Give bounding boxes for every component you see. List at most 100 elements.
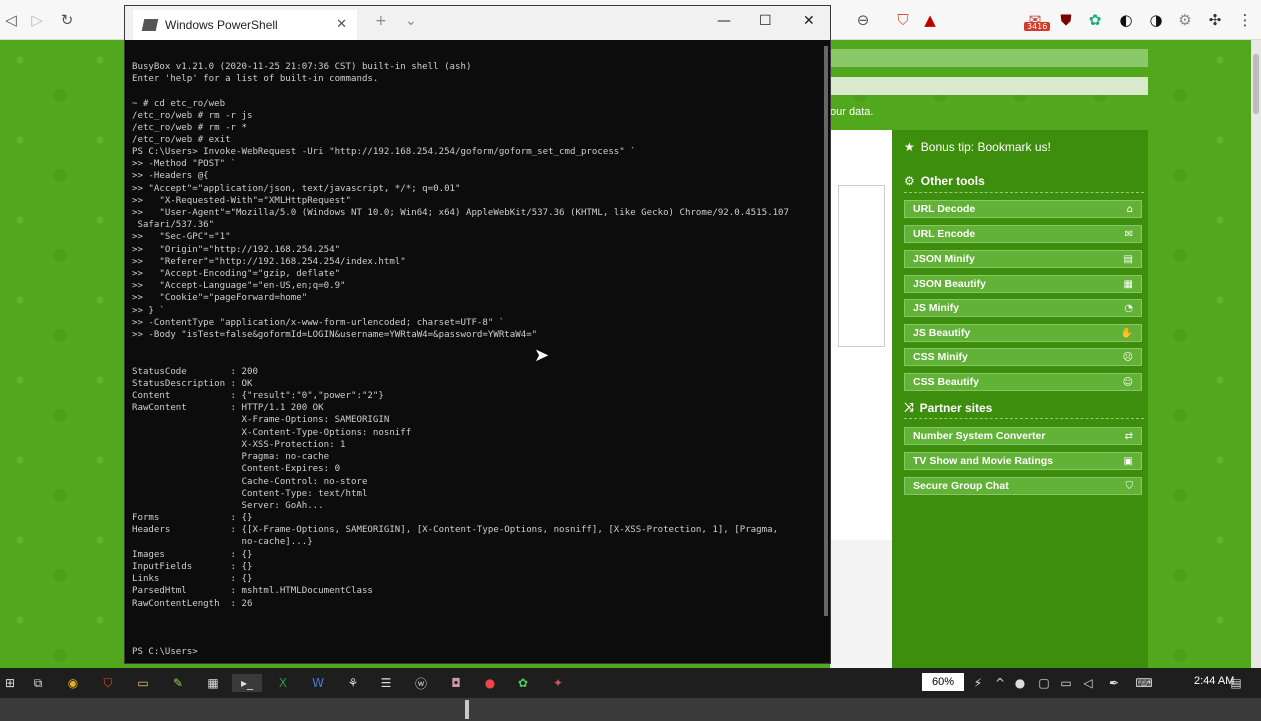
terminal-line: >> -ContentType "application/x-www-form-… [132, 318, 505, 328]
terminal-line: RawContent : HTTP/1.1 200 OK [132, 403, 324, 413]
ublock-icon[interactable]: ⛊ [1055, 9, 1077, 31]
app-icon[interactable]: ◘ [446, 674, 466, 692]
tool-css-beautify[interactable]: CSS Beautify ☺ [904, 373, 1142, 391]
tool-icon: ☹ [1122, 351, 1133, 363]
terminal-tab[interactable]: Windows PowerShell ✕ [133, 10, 357, 40]
tool-json-beautify[interactable]: JSON Beautify ▦ [904, 275, 1142, 293]
terminal-line: X-Content-Type-Options: nosniff [132, 428, 412, 438]
brave-icon[interactable]: ⛉ [98, 674, 118, 692]
pen-icon[interactable]: ✒ [1104, 674, 1124, 692]
extension-icon[interactable]: ◐ [1115, 9, 1137, 31]
shield-icon: ⛉ [1125, 480, 1134, 492]
terminal-scrollbar[interactable] [824, 46, 828, 616]
zoom-indicator: 60% [922, 673, 964, 691]
brave-shield-icon[interactable]: ⛉ [892, 9, 914, 31]
reload-icon[interactable]: ↻ [56, 9, 78, 31]
tool-icon: ✉ [1124, 228, 1133, 240]
translate-icon[interactable]: ⚙ [1174, 9, 1196, 31]
terminal-line: X-XSS-Protection: 1 [132, 440, 346, 450]
terminal-line: RawContentLength : 26 [132, 599, 253, 609]
show-hidden-icon[interactable]: ^ [990, 674, 1010, 692]
video-progress-bar [0, 698, 1261, 721]
star-icon: ★ [904, 140, 915, 154]
new-tab-button[interactable]: + [375, 13, 387, 29]
power-icon[interactable]: ▭ [1056, 674, 1076, 692]
task-view-icon[interactable]: ⧉ [28, 674, 48, 692]
zoom-icon[interactable]: ⊖ [852, 9, 874, 31]
tool-icon: ⌂ [1126, 203, 1133, 215]
network-icon[interactable]: ⚘ [343, 674, 363, 692]
tool-js-beautify[interactable]: JS Beautify ✋ [904, 324, 1142, 342]
terminal-line: X-Frame-Options: SAMEORIGIN [132, 415, 390, 425]
terminal-output[interactable]: BusyBox v1.21.0 (2020-11-25 21:07:36 CST… [125, 40, 830, 663]
battery-icon[interactable]: ⚡ [968, 674, 988, 692]
partner-number-system-converter[interactable]: Number System Converter ⇄ [904, 427, 1142, 445]
notepad-icon[interactable]: ✎ [168, 674, 188, 692]
tool-url-decode[interactable]: URL Decode ⌂ [904, 200, 1142, 218]
clock[interactable]: 2:44 AM [1194, 675, 1234, 687]
partner-label: Secure Group Chat [913, 480, 1009, 492]
powershell-icon [141, 19, 159, 31]
terminal-line: Pragma: no-cache [132, 452, 330, 462]
file-explorer-icon[interactable]: ▭ [133, 674, 153, 692]
progress-marker [465, 700, 469, 719]
menu-icon[interactable]: ⋮ [1234, 9, 1256, 31]
tool-icon: ✋ [1120, 327, 1133, 339]
frog-extension-icon[interactable]: ✿ [1084, 9, 1106, 31]
tool-icon: ◔ [1124, 302, 1133, 314]
terminal-line: no-cache]...} [132, 537, 313, 547]
database-icon[interactable]: ☰ [376, 674, 396, 692]
input-textarea[interactable] [838, 185, 885, 347]
wordpress-icon[interactable]: ⓦ [411, 674, 431, 692]
scroll-thumb[interactable] [1253, 54, 1259, 114]
maximize-button[interactable]: ☐ [759, 13, 772, 29]
tool-json-minify[interactable]: JSON Minify ▤ [904, 250, 1142, 268]
chrome-icon[interactable]: ◉ [63, 674, 83, 692]
tool-js-minify[interactable]: JS Minify ◔ [904, 299, 1142, 317]
screen: ◁ ▷ ↻ ⊖ ⛉ ▲ ✉ 3416 ⛊ ✿ ◐ ◑ ⚙ ✣ ⋮ our dat… [0, 0, 1261, 721]
terminal-line: StatusCode : 200 [132, 367, 258, 377]
calculator-icon[interactable]: ▦ [203, 674, 223, 692]
partner-tv-show-ratings[interactable]: TV Show and Movie Ratings ▣ [904, 452, 1142, 470]
terminal-line: >> "Accept"="application/json, text/java… [132, 184, 461, 194]
tab-dropdown-button[interactable]: ⌄ [405, 13, 417, 29]
notice-text: our data. [830, 106, 874, 118]
terminal-line: >> "Referer"="http://192.168.254.254/ind… [132, 257, 406, 267]
terminal-line: InputFields : {} [132, 562, 253, 572]
terminal-line: >> "Accept-Encoding"="gzip, deflate" [132, 269, 341, 279]
excel-icon[interactable]: X [273, 674, 293, 692]
keyboard-icon[interactable]: ⌨ [1134, 674, 1154, 692]
close-button[interactable]: ✕ [803, 13, 815, 29]
pin-icon[interactable]: ✦ [548, 674, 568, 692]
microphone-icon[interactable]: ● [1010, 674, 1030, 692]
back-icon[interactable]: ◁ [0, 9, 22, 31]
tool-css-minify[interactable]: CSS Minify ☹ [904, 348, 1142, 366]
tool-url-encode[interactable]: URL Encode ✉ [904, 225, 1142, 243]
divider [904, 192, 1144, 193]
word-icon[interactable]: W [308, 674, 328, 692]
forward-icon[interactable]: ▷ [26, 9, 48, 31]
extension-icon-2[interactable]: ◑ [1145, 9, 1167, 31]
terminal-line: Content : {"result":"0","power":"2"} [132, 391, 384, 401]
terminal-line: /etc_ro/web # exit [132, 135, 231, 145]
minimize-button[interactable]: — [717, 13, 731, 29]
network-tray-icon[interactable]: ▢ [1034, 674, 1054, 692]
partner-secure-group-chat[interactable]: Secure Group Chat ⛉ [904, 477, 1142, 495]
warning-icon[interactable]: ▲ [919, 9, 941, 31]
tool-label: JSON Beautify [913, 278, 986, 290]
terminal-line: Enter 'help' for a list of built-in comm… [132, 74, 379, 84]
window-titlebar[interactable]: Windows PowerShell ✕ + ⌄ — ☐ ✕ [125, 6, 830, 40]
start-icon[interactable]: ⊞ [0, 674, 20, 692]
volume-icon[interactable]: ◁ [1078, 674, 1098, 692]
tab-close-icon[interactable]: ✕ [336, 17, 347, 32]
terminal-line: PS C:\Users> [132, 647, 198, 657]
powershell-taskbar-icon[interactable]: ▸_ [232, 674, 262, 692]
terminal-line: ParsedHtml : mshtml.HTMLDocumentClass [132, 586, 373, 596]
terminal-line: /etc_ro/web # rm -r js [132, 111, 253, 121]
terminal-line: >> -Headers @{ [132, 171, 209, 181]
puzzle-icon[interactable]: ✣ [1204, 9, 1226, 31]
frog-icon[interactable]: ✿ [513, 674, 533, 692]
page-scrollbar[interactable] [1251, 40, 1261, 668]
other-tools-title: Other tools [920, 174, 985, 188]
media-icon[interactable]: ● [480, 674, 500, 692]
